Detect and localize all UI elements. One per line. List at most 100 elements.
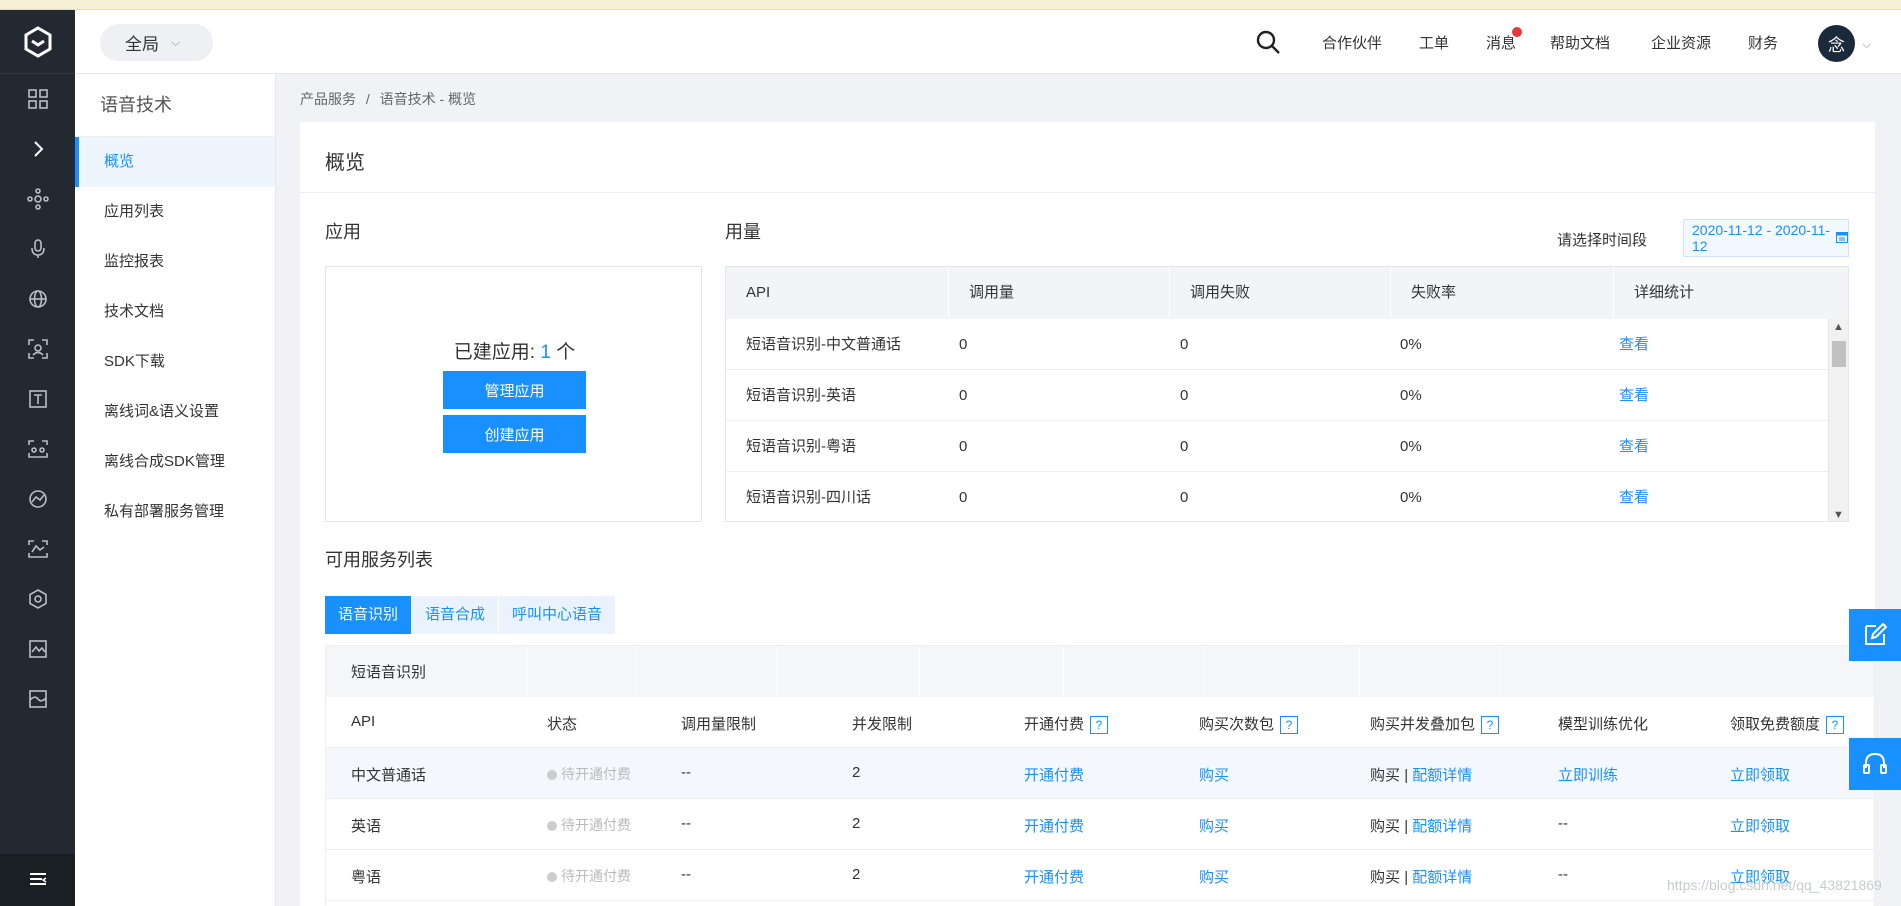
nav-tickets[interactable]: 工单: [1419, 32, 1449, 53]
nav-messages[interactable]: 消息: [1486, 32, 1516, 53]
sidebar-item-sdk-download[interactable]: SDK下载: [75, 337, 275, 387]
usage-header-details: 详细统计: [1614, 267, 1848, 319]
usage-view-link[interactable]: 查看: [1619, 370, 1649, 421]
svc-buy2-link[interactable]: 购买: [1370, 818, 1400, 835]
svc-pay-link[interactable]: 开通付费: [1024, 764, 1084, 785]
group-header-cell: [527, 646, 637, 697]
service-tabs: 语音识别 语音合成 呼叫中心语音: [325, 596, 616, 634]
customer-service-headset-icon[interactable]: [1849, 738, 1901, 790]
svc-api: 英语: [351, 818, 382, 835]
sidebar-item-offline-tts-sdk[interactable]: 离线合成SDK管理: [75, 437, 275, 487]
logo-icon[interactable]: [0, 10, 75, 74]
sidebar-item-overview[interactable]: 概览: [75, 137, 275, 187]
vision-icon[interactable]: [0, 424, 75, 474]
svc-pay-link[interactable]: 开通付费: [1024, 866, 1084, 887]
sidebar-item-monitoring[interactable]: 监控报表: [75, 237, 275, 287]
svc-buy-link[interactable]: 购买: [1199, 764, 1229, 785]
chart-icon[interactable]: [0, 474, 75, 524]
scope-selector[interactable]: 全局 ⌵: [100, 24, 213, 61]
usage-fail-rate: 0%: [1400, 489, 1422, 506]
usage-view-link[interactable]: 查看: [1619, 319, 1649, 370]
chevron-down-icon[interactable]: ⌵: [1862, 37, 1871, 52]
col-call-limit: 调用量限制: [681, 716, 757, 733]
face-scan-icon[interactable]: [0, 324, 75, 374]
breadcrumb-root[interactable]: 产品服务: [300, 91, 356, 107]
microphone-icon[interactable]: [0, 224, 75, 274]
usage-table: API 调用量 调用失败 失败率 详细统计 短语音识别-中文普通话 0 0 0%…: [725, 266, 1849, 522]
landscape-icon[interactable]: [0, 674, 75, 724]
app-count: 已建应用: 1 个: [326, 337, 703, 364]
avatar[interactable]: 念: [1818, 25, 1855, 62]
col-free-quota-label: 领取免费额度: [1730, 716, 1821, 733]
usage-calls: 0: [959, 387, 968, 404]
svc-api: 中文普通话: [351, 767, 427, 784]
svc-buy2-link[interactable]: 购买: [1370, 767, 1400, 784]
network-icon[interactable]: [0, 174, 75, 224]
usage-view-link[interactable]: 查看: [1619, 472, 1649, 521]
watermark: https://blog.csdn.net/qq_43821869: [1667, 877, 1882, 893]
scroll-thumb[interactable]: [1832, 341, 1846, 367]
svc-buy-link[interactable]: 购买: [1199, 866, 1229, 887]
sidebar-item-private-deploy[interactable]: 私有部署服务管理: [75, 487, 275, 537]
usage-fail-rate: 0%: [1400, 336, 1422, 353]
grid-icon[interactable]: [0, 74, 75, 124]
services-section-title: 可用服务列表: [325, 550, 433, 570]
manage-apps-button[interactable]: 管理应用: [443, 371, 586, 409]
usage-header-fail-rate: 失败率: [1391, 267, 1614, 319]
breadcrumb-current: 语音技术 - 概览: [379, 91, 477, 107]
tab-speech-synthesis[interactable]: 语音合成: [412, 596, 499, 634]
feedback-edit-icon[interactable]: [1849, 609, 1901, 661]
col-buy-pack: 购买次数包?: [1199, 713, 1299, 735]
svc-status-label: 待开通付费: [561, 766, 631, 782]
nav-enterprise-resources[interactable]: 企业资源: [1651, 32, 1711, 53]
help-icon[interactable]: ?: [1090, 716, 1109, 735]
help-icon[interactable]: ?: [1280, 716, 1299, 735]
globe-icon[interactable]: [0, 274, 75, 324]
svc-train-link[interactable]: 立即训练: [1558, 764, 1618, 785]
nav-partners[interactable]: 合作伙伴: [1322, 32, 1382, 53]
date-range-picker[interactable]: 2020-11-12 - 2020-11-12: [1683, 219, 1849, 257]
svc-status: 待开通付费: [547, 866, 631, 886]
sidebar-item-tech-docs[interactable]: 技术文档: [75, 287, 275, 337]
tab-speech-recognition[interactable]: 语音识别: [325, 596, 412, 634]
usage-header-api: API: [726, 267, 949, 319]
help-icon[interactable]: ?: [1481, 716, 1500, 735]
chevron-down-icon: ⌵: [171, 35, 181, 49]
usage-view-link[interactable]: 查看: [1619, 421, 1649, 472]
nav-finance[interactable]: 财务: [1748, 32, 1778, 53]
usage-scrollbar[interactable]: ▲ ▼: [1828, 319, 1848, 521]
svc-free-link[interactable]: 立即领取: [1730, 764, 1790, 785]
svc-pay-link[interactable]: 开通付费: [1024, 815, 1084, 836]
scroll-up-icon[interactable]: ▲: [1833, 321, 1844, 333]
svc-concurrency: 2: [852, 866, 861, 883]
cube-icon[interactable]: [0, 574, 75, 624]
expand-icon[interactable]: [0, 124, 75, 174]
scroll-down-icon[interactable]: ▼: [1833, 509, 1844, 521]
text-icon[interactable]: [0, 374, 75, 424]
breadcrumb: 产品服务 / 语音技术 - 概览: [300, 89, 476, 109]
usage-calls: 0: [959, 438, 968, 455]
svc-quota-link[interactable]: 配额详情: [1412, 818, 1472, 835]
usage-calls: 0: [959, 336, 968, 353]
sidebar-item-offline-words[interactable]: 离线词&语义设置: [75, 387, 275, 437]
help-icon[interactable]: ?: [1826, 716, 1845, 735]
search-icon[interactable]: [1255, 29, 1281, 59]
svc-quota-link[interactable]: 配额详情: [1412, 869, 1472, 886]
overview-card: 概览 应用 用量 已建应用: 1 个 管理应用 创建应用 请选择时间段 2020…: [300, 122, 1875, 906]
usage-api: 短语音识别-英语: [746, 387, 856, 404]
svc-quota-link[interactable]: 配额详情: [1412, 767, 1472, 784]
create-app-button[interactable]: 创建应用: [443, 415, 586, 453]
svc-buy-link[interactable]: 购买: [1199, 815, 1229, 836]
nav-help-docs[interactable]: 帮助文档: [1550, 32, 1610, 53]
tab-call-center[interactable]: 呼叫中心语音: [499, 596, 616, 634]
product-sidebar: 语音技术 概览 应用列表 监控报表 技术文档 SDK下载 离线词&语义设置 离线…: [75, 74, 276, 906]
svc-status-label: 待开通付费: [561, 817, 631, 833]
camera-icon[interactable]: [0, 524, 75, 574]
image-icon[interactable]: [0, 624, 75, 674]
svc-separator: |: [1404, 767, 1409, 784]
sidebar-item-app-list[interactable]: 应用列表: [75, 187, 275, 237]
svc-buy2-link[interactable]: 购买: [1370, 869, 1400, 886]
menu-toggle-icon[interactable]: [0, 854, 75, 906]
usage-fail-rate: 0%: [1400, 438, 1422, 455]
svc-free-link[interactable]: 立即领取: [1730, 815, 1790, 836]
